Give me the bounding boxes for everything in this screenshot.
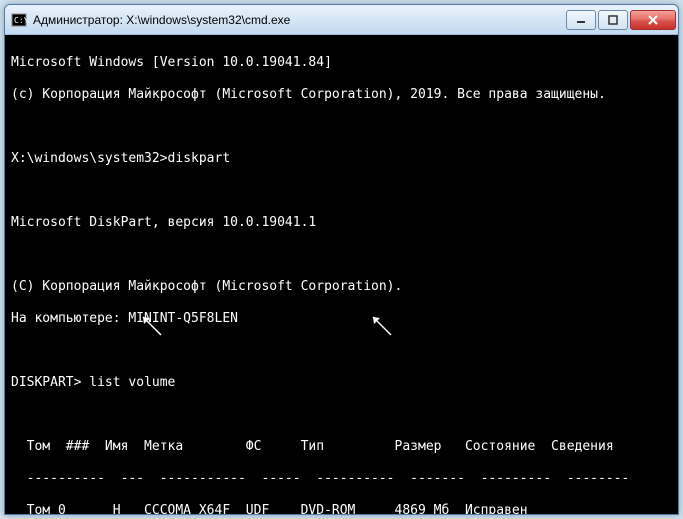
window-controls (564, 10, 676, 30)
command-text: list volume (89, 375, 175, 390)
svg-text:C:\: C:\ (14, 16, 27, 25)
console-output[interactable]: Microsoft Windows [Version 10.0.19041.84… (5, 35, 678, 514)
prompt-line: X:\windows\system32>diskpart (11, 151, 672, 167)
command-text: diskpart (168, 151, 231, 166)
diskpart-banner: На компьютере: MININT-Q5F8LEN (11, 311, 672, 327)
cmd-icon: C:\ (11, 12, 27, 28)
table-header: Том ### Имя Метка ФС Тип Размер Состояни… (11, 439, 672, 455)
blank-line (11, 247, 672, 263)
table-separator: ---------- --- ----------- ----- -------… (11, 471, 672, 487)
banner-line: Microsoft Windows [Version 10.0.19041.84… (11, 55, 672, 71)
window-title: Администратор: X:\windows\system32\cmd.e… (33, 13, 564, 27)
banner-line: (c) Корпорация Майкрософт (Microsoft Cor… (11, 87, 672, 103)
close-button[interactable] (630, 10, 676, 30)
minimize-button[interactable] (566, 10, 596, 30)
maximize-button[interactable] (598, 10, 628, 30)
diskpart-prompt: DISKPART> list volume (11, 375, 672, 391)
prompt-prefix: X:\windows\system32> (11, 151, 168, 166)
diskpart-banner: Microsoft DiskPart, версия 10.0.19041.1 (11, 215, 672, 231)
cmd-window: C:\ Администратор: X:\windows\system32\c… (4, 4, 679, 515)
table-body: Том 0 H CCCOMA_X64F UDF DVD-ROM 4869 Mб … (11, 503, 672, 514)
diskpart-banner: (C) Корпорация Майкрософт (Microsoft Cor… (11, 279, 672, 295)
blank-line (11, 407, 672, 423)
blank-line (11, 343, 672, 359)
blank-line (11, 183, 672, 199)
prompt-prefix: DISKPART> (11, 375, 89, 390)
titlebar[interactable]: C:\ Администратор: X:\windows\system32\c… (5, 5, 678, 35)
table-row: Том 0 H CCCOMA_X64F UDF DVD-ROM 4869 Mб … (11, 503, 672, 514)
blank-line (11, 119, 672, 135)
